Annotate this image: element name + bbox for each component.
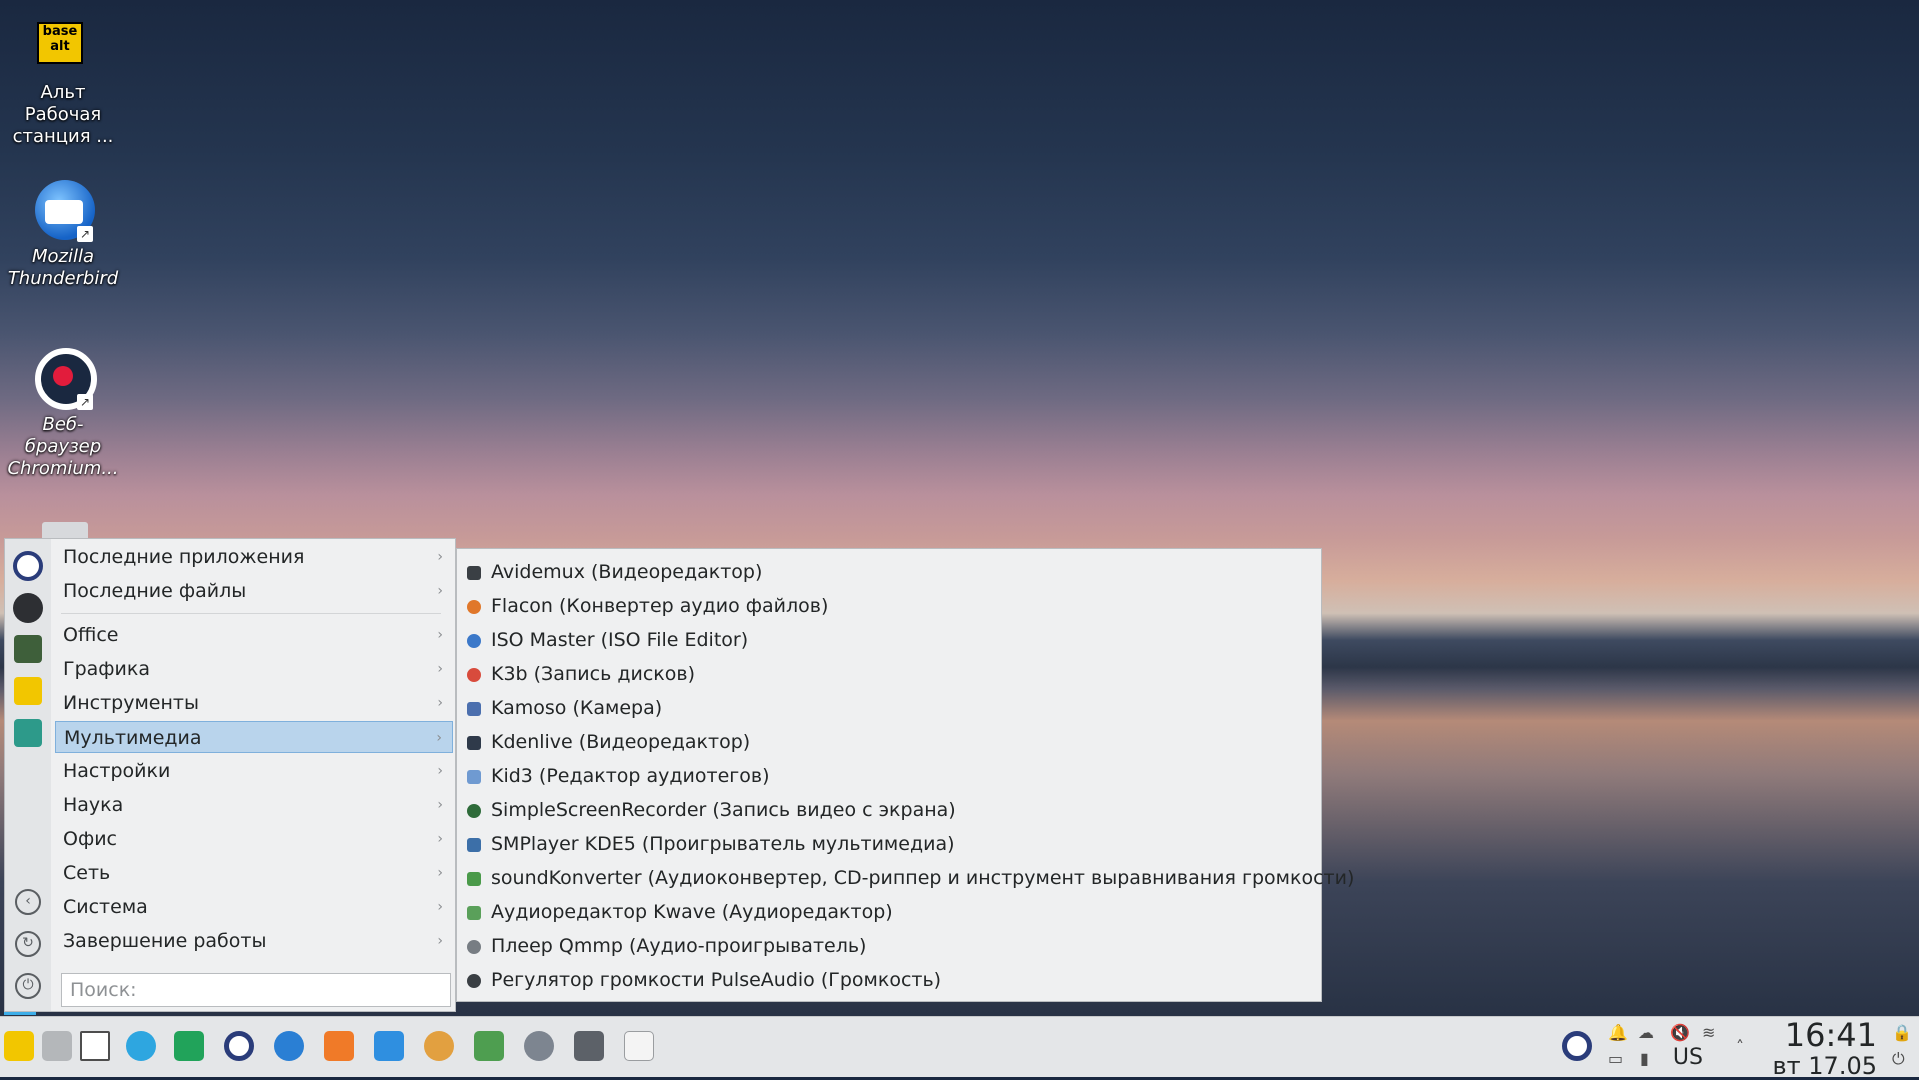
notes-icon[interactable] (624, 1031, 654, 1061)
menu-item-recent-apps[interactable]: Последние приложения › (55, 541, 453, 573)
telegram-icon[interactable] (126, 1031, 156, 1061)
back-icon[interactable]: ‹ (15, 889, 41, 915)
chromium-icon: ↗ (31, 346, 97, 410)
menu-item-system[interactable]: Система › (55, 891, 453, 923)
kwave-icon (467, 906, 481, 920)
kamoso-icon (467, 702, 481, 716)
desktop-icon-partial[interactable] (42, 522, 88, 538)
submenu-item-qmmp[interactable]: Плеер Qmmp (Аудио-проигрыватель) (457, 929, 1319, 963)
clock-time: 16:41 (1784, 1016, 1877, 1054)
search-input[interactable]: Поиск: (61, 973, 451, 1007)
chromium-favorite-icon[interactable] (13, 551, 43, 581)
soundkonverter-icon (467, 872, 481, 886)
tray-expand-icon[interactable]: ˄ (1736, 1037, 1744, 1056)
submenu-item-kid3[interactable]: Kid3 (Редактор аудиотегов) (457, 759, 1319, 793)
desktop-icon-chromium[interactable]: ↗ Веб- браузер Chromium... (0, 346, 126, 480)
lock-screen-icon[interactable]: 🔒 (1892, 1023, 1912, 1042)
smplayer-icon (467, 838, 481, 852)
volume-control-icon (467, 974, 481, 988)
shortcut-arrow-icon: ↗ (77, 226, 93, 242)
submenu-item-k3b[interactable]: K3b (Запись дисков) (457, 657, 1319, 691)
qmmp-icon (467, 940, 481, 954)
submenu-item-kamoso[interactable]: Kamoso (Камера) (457, 691, 1319, 725)
file-manager-icon[interactable] (42, 1031, 72, 1061)
clipboard-icon[interactable]: ▭ (1608, 1049, 1623, 1068)
info-favorite-icon[interactable] (14, 719, 42, 747)
menu-item-settings[interactable]: Настройки › (55, 755, 453, 787)
thunderbird-icon: ↗ (31, 178, 95, 242)
desktop-icon-label: Альт Рабочая станция ... (12, 82, 114, 147)
desktop-icon-alt-workstation[interactable]: base alt Альт Рабочая станция ... (0, 14, 126, 148)
taskbar: 🔔 ☁ 🔇 ≋ ▭ ▮ US ˄ 16:41 вт 17.05 🔒 ⏻ (0, 1016, 1919, 1079)
submenu-item-kwave[interactable]: Аудиоредактор Kwave (Аудиоредактор) (457, 895, 1319, 929)
desktop-icon-label: Mozilla Thunderbird (7, 246, 119, 289)
battery-icon[interactable]: ▮ (1640, 1049, 1649, 1068)
submenu-item-pulseaudio[interactable]: Регулятор громкости PulseAudio (Громкост… (457, 963, 1319, 997)
alt-logo-icon: base alt (31, 14, 95, 78)
submenu-item-simplescreenrecorder[interactable]: SimpleScreenRecorder (Запись видео с экр… (457, 793, 1319, 827)
thunderbird-favorite-icon[interactable] (13, 593, 43, 623)
menu-item-graphics[interactable]: Графика › (55, 653, 453, 685)
submenu-item-smplayer[interactable]: SMPlayer KDE5 (Проигрыватель мультимедиа… (457, 827, 1319, 861)
calculator-icon[interactable] (574, 1031, 604, 1061)
power-icon[interactable]: ⏻ (1892, 1049, 1905, 1069)
menu-item-recent-files[interactable]: Последние файлы › (55, 575, 453, 607)
volume-muted-icon[interactable]: 🔇 (1670, 1023, 1690, 1042)
screen-recorder-icon (467, 804, 481, 818)
menu-item-office-ru[interactable]: Офис › (55, 823, 453, 855)
graphics-editor-icon[interactable] (424, 1031, 454, 1061)
settings-icon[interactable] (524, 1031, 554, 1061)
power-icon[interactable]: ⏻ (15, 973, 41, 999)
wifi-icon[interactable]: ≋ (1702, 1023, 1715, 1042)
menu-item-tools[interactable]: Инструменты › (55, 687, 453, 719)
keyboard-layout-indicator[interactable]: US (1673, 1045, 1703, 1070)
flacon-icon (467, 600, 481, 614)
desktop-icon-label: Веб- браузер Chromium... (7, 414, 119, 479)
show-desktop-icon[interactable] (80, 1031, 110, 1061)
digital-clock[interactable]: 16:41 вт 17.05 (1773, 1017, 1877, 1079)
notifications-icon[interactable]: 🔔 (1608, 1023, 1628, 1042)
menu-item-network[interactable]: Сеть › (55, 857, 453, 889)
shortcut-arrow-icon: ↗ (77, 394, 93, 410)
menu-item-office-en[interactable]: Office › (55, 619, 453, 651)
submenu-item-flacon[interactable]: Flacon (Конвертер аудио файлов) (457, 589, 1319, 623)
kdenlive-icon (467, 736, 481, 750)
kid3-icon (467, 770, 481, 784)
alt-favorite-icon[interactable] (14, 677, 42, 705)
chromium-icon[interactable] (224, 1031, 254, 1061)
isomaster-icon (467, 634, 481, 648)
kwave-icon[interactable] (474, 1031, 504, 1061)
presentation-icon[interactable] (324, 1031, 354, 1061)
application-menu: ‹ ↻ ⏻ Последние приложения › Последние фа… (4, 538, 456, 1012)
application-menu-button[interactable] (4, 1031, 34, 1061)
clock-date: вт 17.05 (1772, 1052, 1877, 1080)
menu-item-science[interactable]: Наука › (55, 789, 453, 821)
thunderbird-icon[interactable] (274, 1031, 304, 1061)
system-monitor-favorite-icon[interactable] (14, 635, 42, 663)
spreadsheet-icon[interactable] (174, 1031, 204, 1061)
updates-icon[interactable]: ☁ (1638, 1023, 1654, 1042)
menu-button-indicator (4, 1012, 36, 1015)
avidemux-icon (467, 566, 481, 580)
submenu-item-soundkonverter[interactable]: soundKonverter (Аудиоконвертер, CD-риппе… (457, 861, 1354, 895)
desktop-icon-thunderbird[interactable]: ↗ Mozilla Thunderbird (0, 178, 126, 290)
menu-item-multimedia[interactable]: Мультимедиа › (55, 721, 453, 753)
menu-separator (61, 613, 441, 614)
favorites-strip: ‹ ↻ ⏻ (5, 539, 51, 1011)
k3b-icon (467, 668, 481, 682)
text-document-icon[interactable] (374, 1031, 404, 1061)
submenu-item-kdenlive[interactable]: Kdenlive (Видеоредактор) (457, 725, 1319, 759)
refresh-icon[interactable]: ↻ (15, 931, 41, 957)
menu-item-shutdown[interactable]: Завершение работы › (55, 925, 453, 957)
submenu-item-isomaster[interactable]: ISO Master (ISO File Editor) (457, 623, 1319, 657)
chromium-tray-icon[interactable] (1562, 1031, 1592, 1061)
submenu-item-avidemux[interactable]: Avidemux (Видеоредактор) (457, 555, 1319, 589)
multimedia-submenu: Avidemux (Видеоредактор) Flacon (Конверт… (456, 548, 1354, 1002)
